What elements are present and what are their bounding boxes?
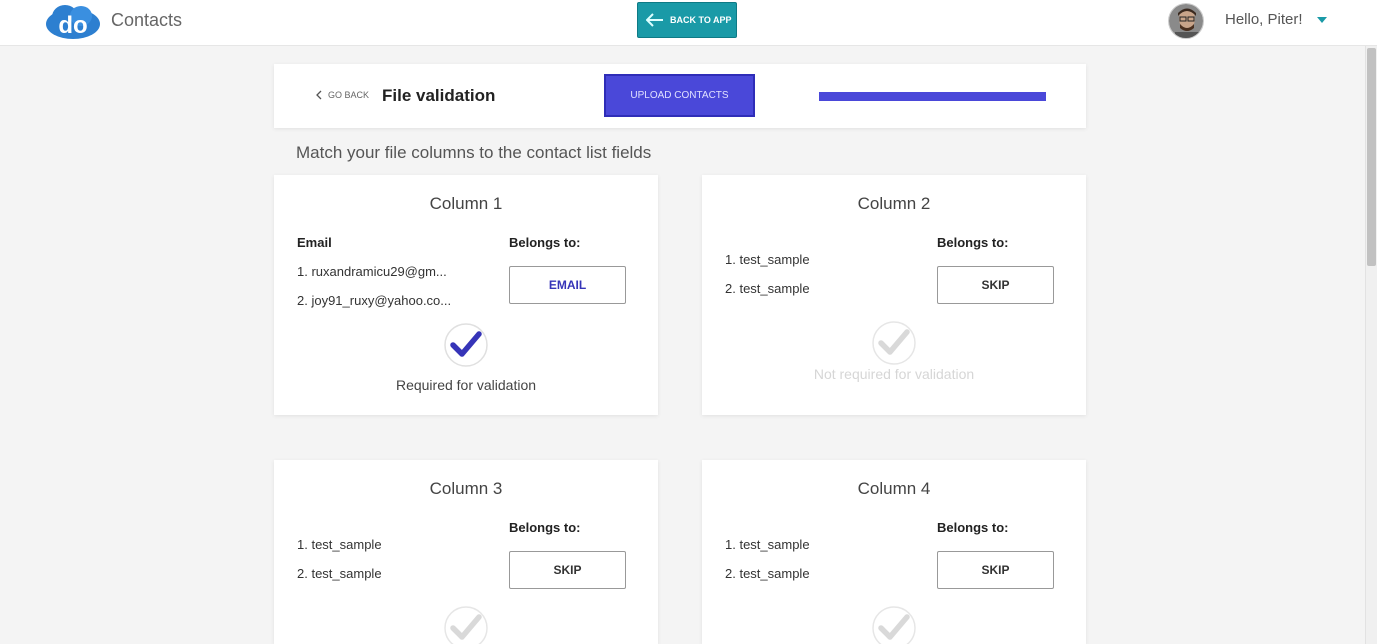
go-back-link[interactable]: GO BACK xyxy=(316,90,369,100)
app-title: Contacts xyxy=(111,10,183,30)
avatar-image xyxy=(1169,4,1203,38)
check-inactive-icon[interactable] xyxy=(872,321,916,365)
sample-value: 2. test_sample xyxy=(297,566,382,581)
validation-header-panel: GO BACK File validation UPLOAD CONTACTS xyxy=(274,64,1086,128)
check-active-icon[interactable] xyxy=(444,323,488,367)
column-title: Column 4 xyxy=(857,479,931,498)
sample-value: 1. test_sample xyxy=(725,252,810,267)
field-mapping-button[interactable]: SKIP xyxy=(937,551,1054,589)
svg-text:do: do xyxy=(58,12,87,39)
field-mapping-button[interactable]: SKIP xyxy=(509,551,626,589)
sample-value: 1. test_sample xyxy=(297,537,382,552)
field-mapping-button[interactable]: EMAIL xyxy=(509,266,626,304)
sample-value: 1. test_sample xyxy=(725,537,810,552)
scrollbar-thumb[interactable] xyxy=(1367,48,1376,266)
user-greeting: Hello, Piter! xyxy=(1225,11,1303,28)
belongs-to-label: Belongs to: xyxy=(937,235,1009,250)
field-mapping-button[interactable]: SKIP xyxy=(937,266,1054,304)
upload-contacts-button[interactable]: UPLOAD CONTACTS xyxy=(604,74,755,117)
column-title: Column 1 xyxy=(429,194,503,213)
user-avatar[interactable] xyxy=(1168,3,1204,39)
upload-progress-bar xyxy=(819,92,1046,101)
sample-value: 2. joy91_ruxy@yahoo.co... xyxy=(297,293,452,308)
required-status-text: Required for validation xyxy=(395,377,537,393)
column-title: Column 3 xyxy=(429,479,503,498)
required-status-text: Not required for validation xyxy=(813,366,975,382)
sample-value: 2. test_sample xyxy=(725,566,810,581)
column-card-2: Column 2 Belongs to: 1. test_sample 2. t… xyxy=(702,175,1086,415)
column-card-4: Column 4 Belongs to: 1. test_sample 2. t… xyxy=(702,460,1086,644)
chevron-left-icon xyxy=(316,90,322,100)
page-title: File validation xyxy=(382,86,496,105)
instructions-text: Match your file columns to the contact l… xyxy=(296,143,652,162)
column-card-3: Column 3 Belongs to: 1. test_sample 2. t… xyxy=(274,460,658,644)
arrow-left-icon xyxy=(646,13,663,27)
check-inactive-icon[interactable] xyxy=(872,606,916,644)
belongs-to-label: Belongs to: xyxy=(509,520,581,535)
go-back-label: GO BACK xyxy=(328,90,370,100)
belongs-to-label: Belongs to: xyxy=(509,235,581,250)
belongs-to-label: Belongs to: xyxy=(937,520,1009,535)
column-header-name: Email xyxy=(297,235,332,250)
sample-value: 1. ruxandramicu29@gm... xyxy=(297,264,447,279)
check-inactive-icon[interactable] xyxy=(444,606,488,644)
column-title: Column 2 xyxy=(857,194,931,213)
column-card-1: Column 1 Email Belongs to: 1. ruxandrami… xyxy=(274,175,658,415)
back-to-app-label: BACK TO APP xyxy=(670,15,732,25)
chevron-down-icon[interactable] xyxy=(1317,17,1327,23)
do-logo[interactable]: do xyxy=(45,3,101,39)
upload-progress-fill xyxy=(819,92,1046,101)
back-to-app-button[interactable]: BACK TO APP xyxy=(637,2,737,38)
sample-value: 2. test_sample xyxy=(725,281,810,296)
top-navigation-bar: do Contacts BACK TO APP Hello, Piter! xyxy=(0,0,1377,46)
